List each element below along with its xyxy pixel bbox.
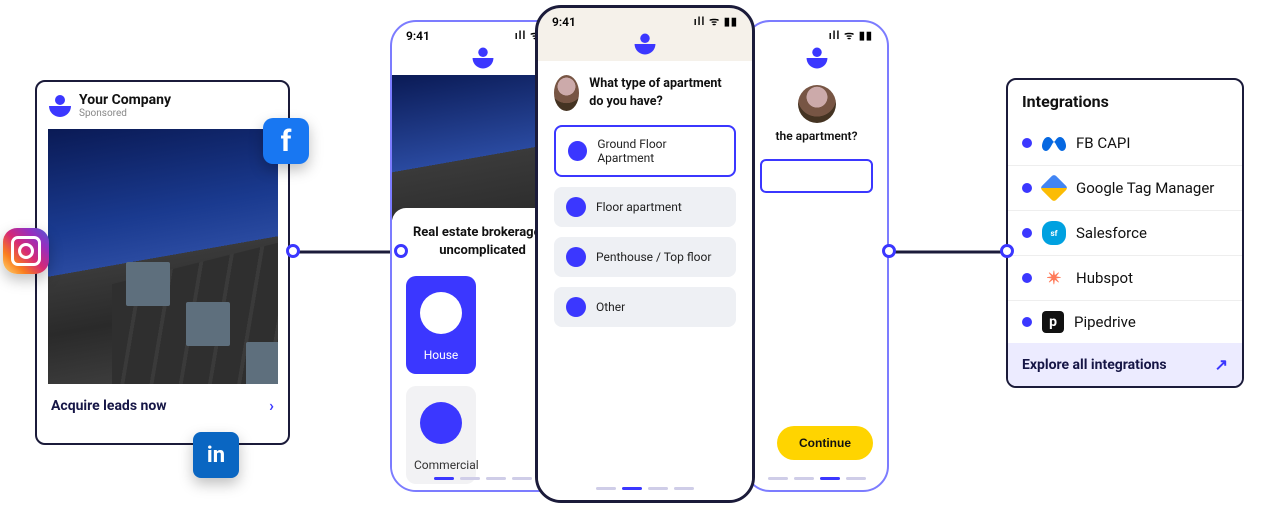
question-text: What type of apartment do you have? bbox=[589, 75, 736, 110]
integration-label: Salesforce bbox=[1076, 224, 1147, 242]
brand-icon bbox=[472, 48, 493, 69]
pipedrive-icon: p bbox=[1042, 311, 1064, 333]
status-time: 9:41 bbox=[406, 29, 430, 43]
bullet-icon bbox=[1022, 228, 1032, 238]
social-ad-card: Your Company Sponsored Acquire leads now… bbox=[35, 80, 290, 445]
status-icons: ıll ᯤ ▮▮ bbox=[829, 28, 873, 43]
bullet-icon bbox=[1022, 273, 1032, 283]
ad-cta-button[interactable]: Acquire leads now › bbox=[37, 384, 288, 427]
tile-label: House bbox=[424, 348, 459, 362]
facebook-icon: f bbox=[263, 118, 309, 164]
integration-item-fb-capi[interactable]: FB CAPI bbox=[1008, 121, 1242, 165]
status-icons: ıll ᯤ ▮▮ bbox=[694, 14, 738, 29]
chevron-right-icon: › bbox=[269, 396, 274, 415]
text-input[interactable] bbox=[760, 159, 873, 193]
integrations-title: Integrations bbox=[1008, 80, 1242, 121]
option-label: Penthouse / Top floor bbox=[596, 250, 711, 264]
salesforce-icon: sf bbox=[1042, 221, 1066, 245]
integrations-card: Integrations FB CAPI Google Tag Manager … bbox=[1006, 78, 1244, 388]
linkedin-icon: in bbox=[193, 432, 239, 478]
brand-icon bbox=[49, 95, 71, 117]
integration-label: FB CAPI bbox=[1076, 134, 1130, 152]
avatar bbox=[798, 85, 836, 123]
integration-item-gtm[interactable]: Google Tag Manager bbox=[1008, 165, 1242, 210]
ad-sponsored-label: Sponsored bbox=[79, 108, 171, 119]
hubspot-icon: ✴ bbox=[1042, 266, 1066, 290]
tile-label: Commercial bbox=[414, 458, 479, 472]
brand-icon bbox=[635, 34, 656, 55]
bullet-icon bbox=[1022, 317, 1032, 327]
step-pager bbox=[746, 477, 887, 480]
meta-icon bbox=[1042, 131, 1066, 155]
ad-cta-label: Acquire leads now bbox=[51, 398, 167, 414]
step-pager bbox=[538, 487, 752, 490]
integration-item-pipedrive[interactable]: p Pipedrive bbox=[1008, 300, 1242, 343]
bullet-icon bbox=[1022, 183, 1032, 193]
ad-company-name: Your Company bbox=[79, 92, 171, 108]
phone-funnel-step-size: ıll ᯤ ▮▮ the apartment? Continue bbox=[744, 20, 889, 492]
integration-label: Pipedrive bbox=[1074, 313, 1136, 331]
arrow-up-right-icon: ↗ bbox=[1215, 355, 1228, 374]
option-label: Other bbox=[596, 300, 625, 314]
brand-icon bbox=[806, 48, 827, 69]
google-tag-manager-icon bbox=[1042, 176, 1066, 200]
integration-item-hubspot[interactable]: ✴ Hubspot bbox=[1008, 255, 1242, 300]
ad-creative-image bbox=[48, 129, 278, 384]
option-penthouse[interactable]: Penthouse / Top floor bbox=[554, 237, 736, 277]
option-ground-floor[interactable]: Ground Floor Apartment bbox=[554, 125, 736, 177]
continue-button[interactable]: Continue bbox=[777, 426, 873, 460]
flow-node bbox=[882, 244, 896, 258]
radio-icon bbox=[566, 247, 586, 267]
option-floor-apartment[interactable]: Floor apartment bbox=[554, 187, 736, 227]
category-tile-house[interactable]: House bbox=[406, 276, 476, 374]
instagram-icon bbox=[3, 228, 49, 274]
option-other[interactable]: Other bbox=[554, 287, 736, 327]
bullet-icon bbox=[1022, 138, 1032, 148]
integration-item-salesforce[interactable]: sf Salesforce bbox=[1008, 210, 1242, 255]
flow-node bbox=[286, 244, 300, 258]
flow-node bbox=[1000, 244, 1014, 258]
option-label: Ground Floor Apartment bbox=[597, 137, 722, 165]
integration-label: Hubspot bbox=[1076, 269, 1133, 287]
question-text: the apartment? bbox=[756, 129, 877, 143]
radio-icon bbox=[568, 141, 587, 161]
option-label: Floor apartment bbox=[596, 200, 682, 214]
category-tile-commercial[interactable]: Commercial bbox=[406, 386, 476, 484]
radio-icon bbox=[566, 297, 586, 317]
integration-label: Google Tag Manager bbox=[1076, 179, 1214, 197]
status-time: 9:41 bbox=[552, 15, 576, 29]
explore-integrations-link[interactable]: Explore all integrations ↗ bbox=[1008, 343, 1242, 386]
radio-icon bbox=[566, 197, 586, 217]
explore-label: Explore all integrations bbox=[1022, 357, 1167, 373]
phone-funnel-step-apartment-type: 9:41 ıll ᯤ ▮▮ What type of apartment do … bbox=[535, 5, 755, 503]
flow-node bbox=[394, 244, 408, 258]
avatar bbox=[554, 75, 579, 111]
